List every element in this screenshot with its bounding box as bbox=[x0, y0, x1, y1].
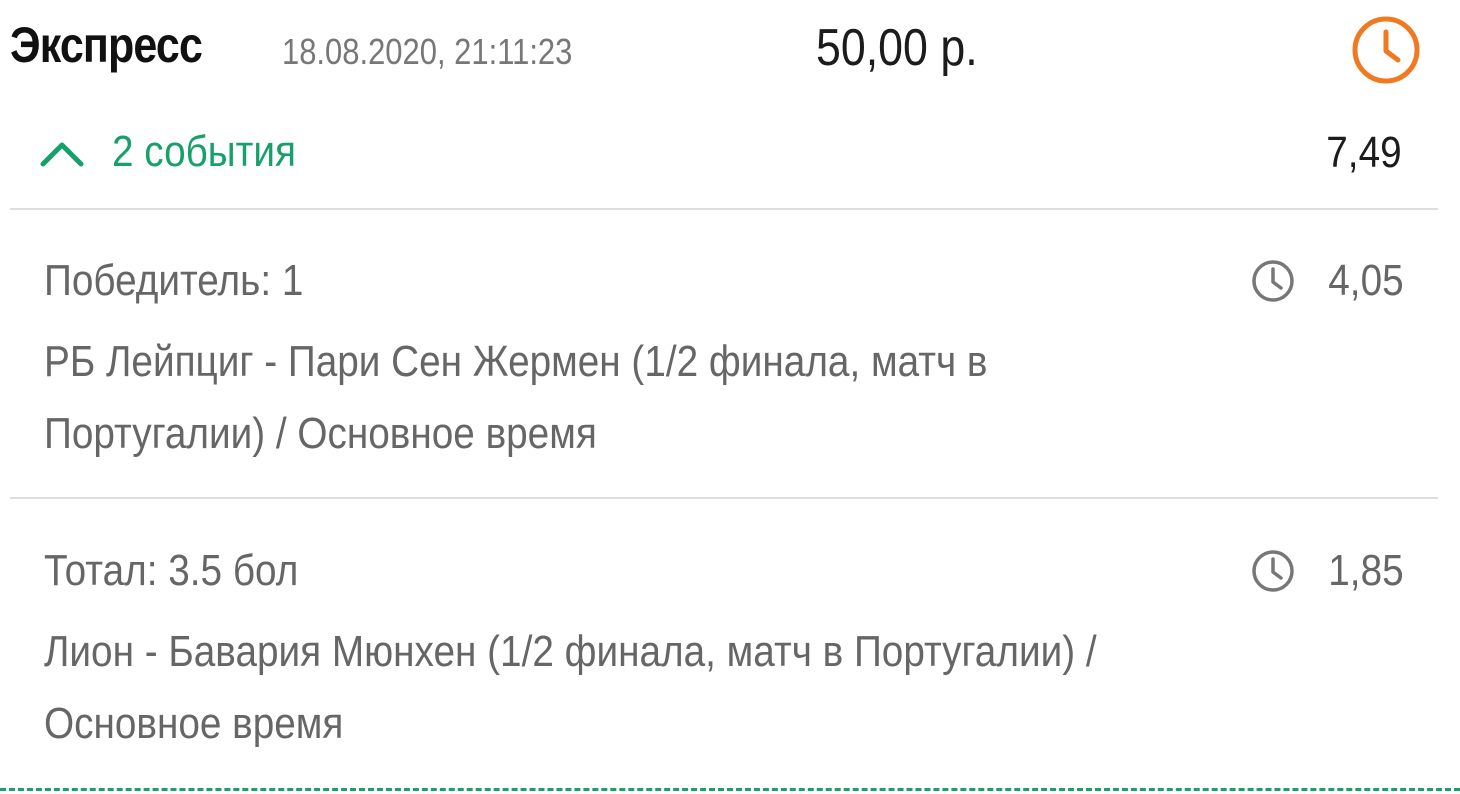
event-odds: 4,05 bbox=[1328, 256, 1404, 305]
bet-header: Экспресс 18.08.2020, 21:11:23 50,00 р. bbox=[10, 14, 1430, 86]
event-match: РБ Лейпциг - Пари Сен Жермен (1/2 финала… bbox=[44, 337, 988, 458]
clock-icon bbox=[1252, 260, 1295, 302]
chevron-up-icon bbox=[40, 142, 84, 167]
clock-icon bbox=[1352, 16, 1420, 84]
events-toggle-button[interactable]: 2 события bbox=[38, 120, 321, 184]
clock-icon bbox=[1252, 550, 1295, 592]
bet-amount: 50,00 р. bbox=[816, 19, 978, 77]
event-match: Лион - Бавария Мюнхен (1/2 финала, матч … bbox=[44, 627, 1097, 748]
event-market: Победитель: 1 bbox=[44, 256, 304, 305]
card-bottom-divider bbox=[0, 788, 1460, 791]
bet-type-title: Экспресс bbox=[10, 17, 203, 73]
events-count-label: 2 события bbox=[112, 127, 296, 176]
bet-date: 18.08.2020, 21:11:23 bbox=[282, 31, 573, 72]
event-item: Тотал: 3.5 бол Лион - Бавария Мюнхен (1/… bbox=[44, 546, 1404, 756]
events-summary-row: 2 события 7,49 bbox=[10, 120, 1430, 184]
event-odds-group: 1,85 bbox=[1250, 546, 1404, 596]
event-odds: 1,85 bbox=[1328, 546, 1404, 595]
total-odds: 7,49 bbox=[1326, 128, 1402, 177]
divider bbox=[10, 497, 1438, 499]
event-market: Тотал: 3.5 бол bbox=[44, 546, 299, 595]
divider bbox=[10, 208, 1438, 210]
event-odds-group: 4,05 bbox=[1250, 256, 1404, 306]
event-item: Победитель: 1 РБ Лейпциг - Пари Сен Жерм… bbox=[44, 256, 1404, 466]
